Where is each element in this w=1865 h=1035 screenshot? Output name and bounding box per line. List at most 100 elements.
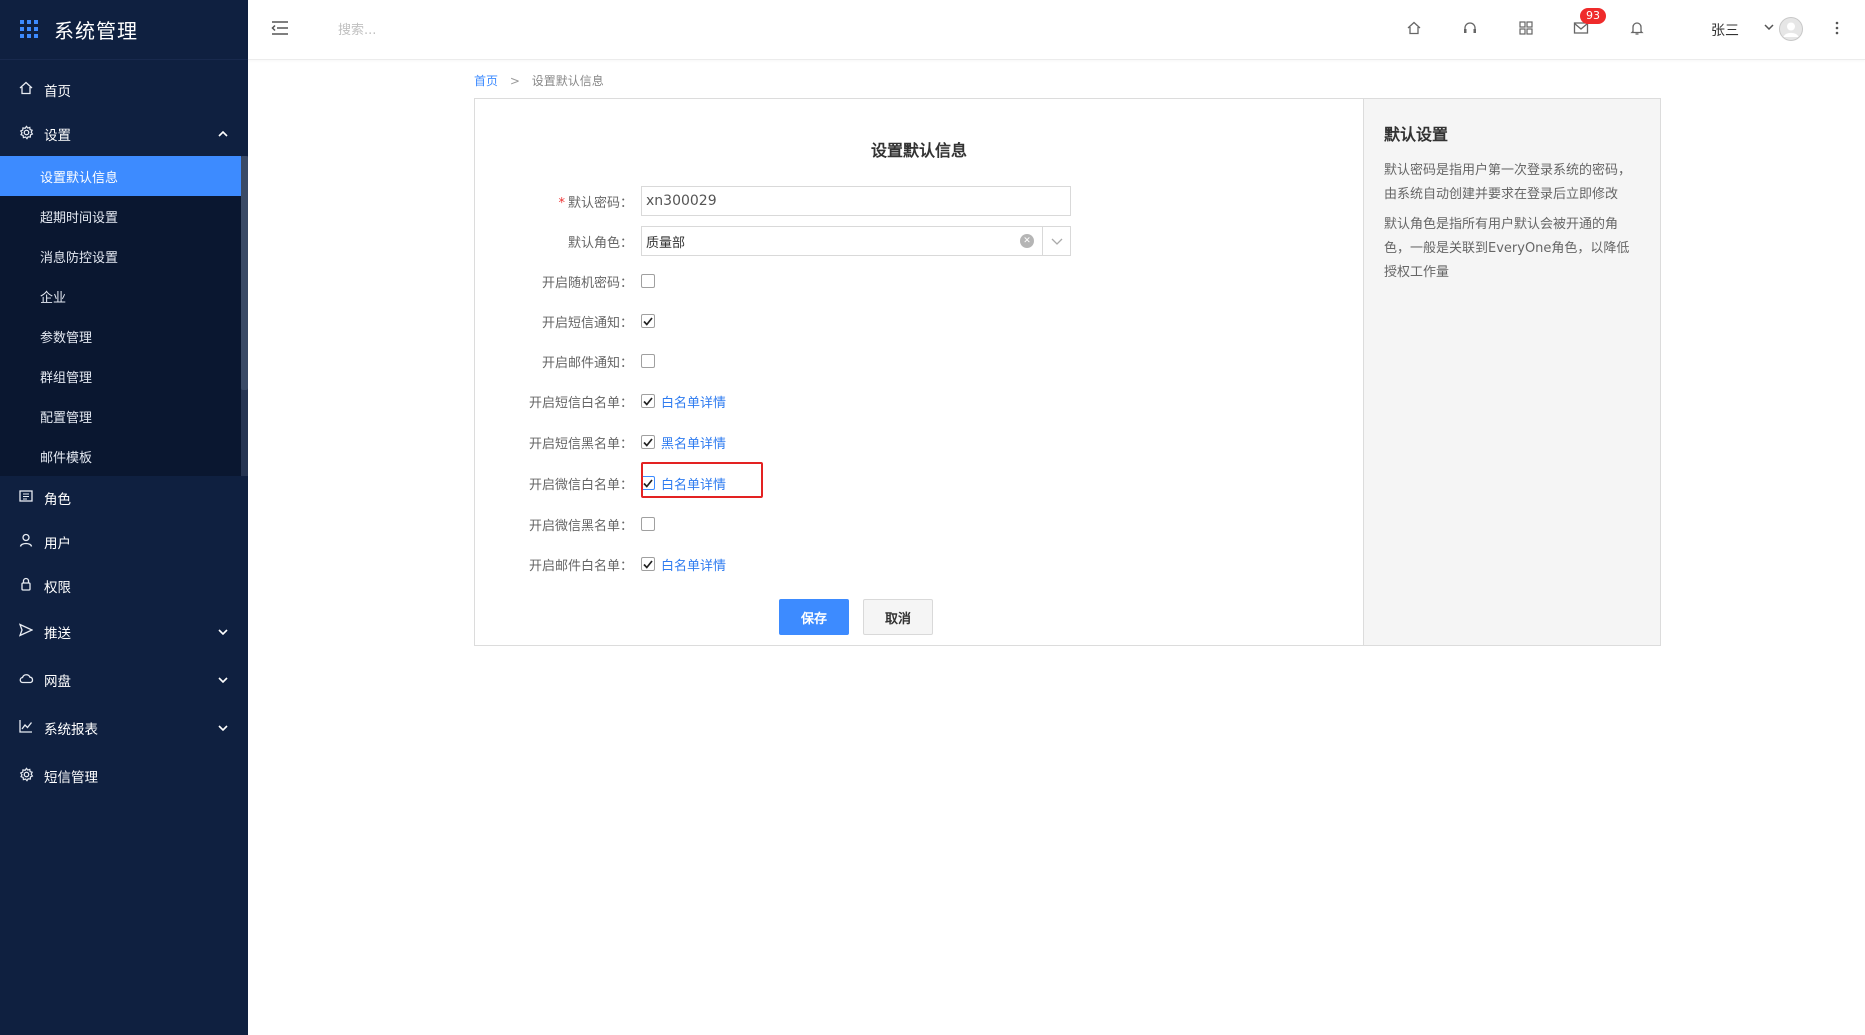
help-panel: 默认设置 默认密码是指用户第一次登录系统的密码，由系统自动创建并要求在登录后立即…: [1363, 99, 1660, 645]
sms-blacklist-label: 开启短信黑名单：: [528, 436, 633, 452]
clear-icon[interactable]: ✕: [1020, 234, 1034, 248]
sidebar: 系统管理 首页 设置 设置默认信息 超期时间设置 消息防控设置 企业 参数管理 …: [0, 0, 248, 1035]
help-paragraph: 默认角色是指所有用户默认会被开通的角色，一般是关联到EveryOne角色，以降低…: [1384, 217, 1630, 280]
breadcrumb-home[interactable]: 首页: [474, 74, 498, 88]
send-icon: [16, 623, 36, 641]
settings-submenu: 设置默认信息 超期时间设置 消息防控设置 企业 参数管理 群组管理 配置管理 邮…: [0, 156, 248, 476]
breadcrumb-separator: >: [509, 74, 520, 88]
password-label: * 默认密码：: [558, 195, 633, 211]
email-notify-label: 开启邮件通知：: [541, 355, 633, 371]
home-icon: [16, 81, 36, 99]
sidebar-item-home[interactable]: 首页: [0, 68, 248, 112]
sidebar-item-label: 推送: [44, 626, 71, 642]
chart-icon: [16, 719, 36, 737]
sidebar-sub-config[interactable]: 配置管理: [0, 396, 248, 436]
role-label: 默认角色：: [567, 235, 633, 251]
sidebar-item-label: 权限: [44, 580, 71, 596]
role-row: 默认角色： 质量部 ✕: [475, 226, 1363, 256]
headset-icon[interactable]: [1460, 18, 1480, 38]
sidebar-nav-lower: 角色 用户 权限 推送 网盘 系统报表 短信管理: [0, 476, 248, 800]
sms-whitelist-details-link[interactable]: 白名单详情: [661, 392, 726, 411]
sms-notify-checkbox[interactable]: [641, 314, 655, 328]
chevron-down-icon[interactable]: [1042, 227, 1070, 255]
user-icon: [16, 533, 36, 551]
default-password-input[interactable]: [641, 186, 1071, 216]
home-icon[interactable]: [1404, 18, 1424, 38]
role-icon: [16, 489, 36, 507]
check-icon: [643, 478, 653, 488]
check-icon: [643, 437, 653, 447]
settings-panel: 设置默认信息 *默认密码： 默认角色： 质量部 ✕ 开启随机密码： 开启短信通知…: [474, 98, 1661, 646]
check-icon: [643, 559, 653, 569]
sidebar-item-netdisk[interactable]: 网盘: [0, 656, 248, 704]
sidebar-item-label: 角色: [44, 492, 71, 508]
sidebar-sub-message-control[interactable]: 消息防控设置: [0, 236, 248, 276]
mail-badge: 93: [1580, 8, 1606, 24]
sidebar-item-settings[interactable]: 设置: [0, 112, 248, 156]
sidebar-item-label: 网盘: [44, 674, 71, 690]
sidebar-nav: 首页 设置: [0, 68, 248, 156]
apps-icon[interactable]: [1516, 18, 1536, 38]
sidebar-item-roles[interactable]: 角色: [0, 476, 248, 520]
sidebar-item-reports[interactable]: 系统报表: [0, 704, 248, 752]
wechat-whitelist-details-link[interactable]: 白名单详情: [661, 474, 726, 493]
sidebar-item-sms[interactable]: 短信管理: [0, 752, 248, 800]
wechat-whitelist-checkbox[interactable]: [641, 476, 655, 490]
sidebar-item-push[interactable]: 推送: [0, 608, 248, 656]
save-button[interactable]: 保存: [779, 599, 849, 635]
sidebar-item-label: 用户: [44, 536, 71, 552]
sidebar-sub-default-info[interactable]: 设置默认信息: [0, 156, 248, 196]
avatar[interactable]: [1779, 17, 1803, 41]
sidebar-sub-enterprise[interactable]: 企业: [0, 276, 248, 316]
chevron-down-icon[interactable]: [1764, 20, 1774, 33]
email-whitelist-details-link[interactable]: 白名单详情: [661, 555, 726, 574]
menu-collapse-icon[interactable]: [270, 18, 290, 38]
sidebar-item-label: 首页: [44, 84, 71, 100]
email-whitelist-checkbox[interactable]: [641, 557, 655, 571]
sms-whitelist-checkbox[interactable]: [641, 394, 655, 408]
sms-notify-label: 开启短信通知：: [541, 315, 633, 331]
apps-grid-icon[interactable]: [20, 19, 40, 40]
wechat-blacklist-checkbox[interactable]: [641, 517, 655, 531]
sidebar-sub-parameters[interactable]: 参数管理: [0, 316, 248, 356]
wechat-blacklist-row: 开启微信黑名单：: [475, 509, 1363, 539]
search-input[interactable]: [338, 18, 558, 42]
wechat-blacklist-label: 开启微信黑名单：: [528, 518, 633, 534]
sidebar-item-label: 设置: [44, 128, 71, 144]
more-vertical-icon[interactable]: [1832, 18, 1842, 38]
email-whitelist-row: 开启邮件白名单： 白名单详情: [475, 549, 1363, 579]
sms-blacklist-checkbox[interactable]: [641, 435, 655, 449]
breadcrumb-current: 设置默认信息: [531, 74, 604, 88]
default-role-select[interactable]: 质量部 ✕: [641, 226, 1071, 256]
sidebar-sub-expiry-settings[interactable]: 超期时间设置: [0, 196, 248, 236]
brand: 系统管理: [0, 0, 248, 60]
default-info-form: 设置默认信息 *默认密码： 默认角色： 质量部 ✕ 开启随机密码： 开启短信通知…: [475, 99, 1363, 645]
breadcrumb: 首页 > 设置默认信息: [474, 72, 604, 89]
cancel-button[interactable]: 取消: [863, 599, 933, 635]
user-name[interactable]: 张三: [1711, 20, 1739, 40]
chevron-down-icon: [218, 675, 228, 686]
submenu-scrollbar[interactable]: [241, 156, 248, 390]
sidebar-sub-groups[interactable]: 群组管理: [0, 356, 248, 396]
email-notify-row: 开启邮件通知：: [475, 346, 1363, 376]
chevron-down-icon: [218, 627, 228, 638]
top-header: 93 张三: [248, 0, 1865, 60]
sidebar-item-label: 系统报表: [44, 722, 98, 738]
wechat-whitelist-label: 开启微信白名单：: [528, 477, 633, 493]
random-password-checkbox[interactable]: [641, 274, 655, 288]
chevron-down-icon: [218, 723, 228, 734]
sidebar-item-users[interactable]: 用户: [0, 520, 248, 564]
bell-icon[interactable]: [1627, 18, 1647, 38]
form-title: 设置默认信息: [870, 141, 967, 160]
sidebar-sub-mail-templates[interactable]: 邮件模板: [0, 436, 248, 476]
help-paragraph: 默认密码是指用户第一次登录系统的密码，由系统自动创建并要求在登录后立即修改: [1384, 163, 1632, 202]
sms-blacklist-row: 开启短信黑名单： 黑名单详情: [475, 427, 1363, 457]
email-whitelist-label: 开启邮件白名单：: [528, 558, 633, 574]
lock-icon: [16, 577, 36, 595]
required-marker: *: [558, 195, 565, 211]
sidebar-item-permissions[interactable]: 权限: [0, 564, 248, 608]
gear-icon: [16, 766, 36, 786]
email-notify-checkbox[interactable]: [641, 354, 655, 368]
password-row: * 默认密码：: [475, 186, 1363, 216]
sms-blacklist-details-link[interactable]: 黑名单详情: [661, 433, 726, 452]
